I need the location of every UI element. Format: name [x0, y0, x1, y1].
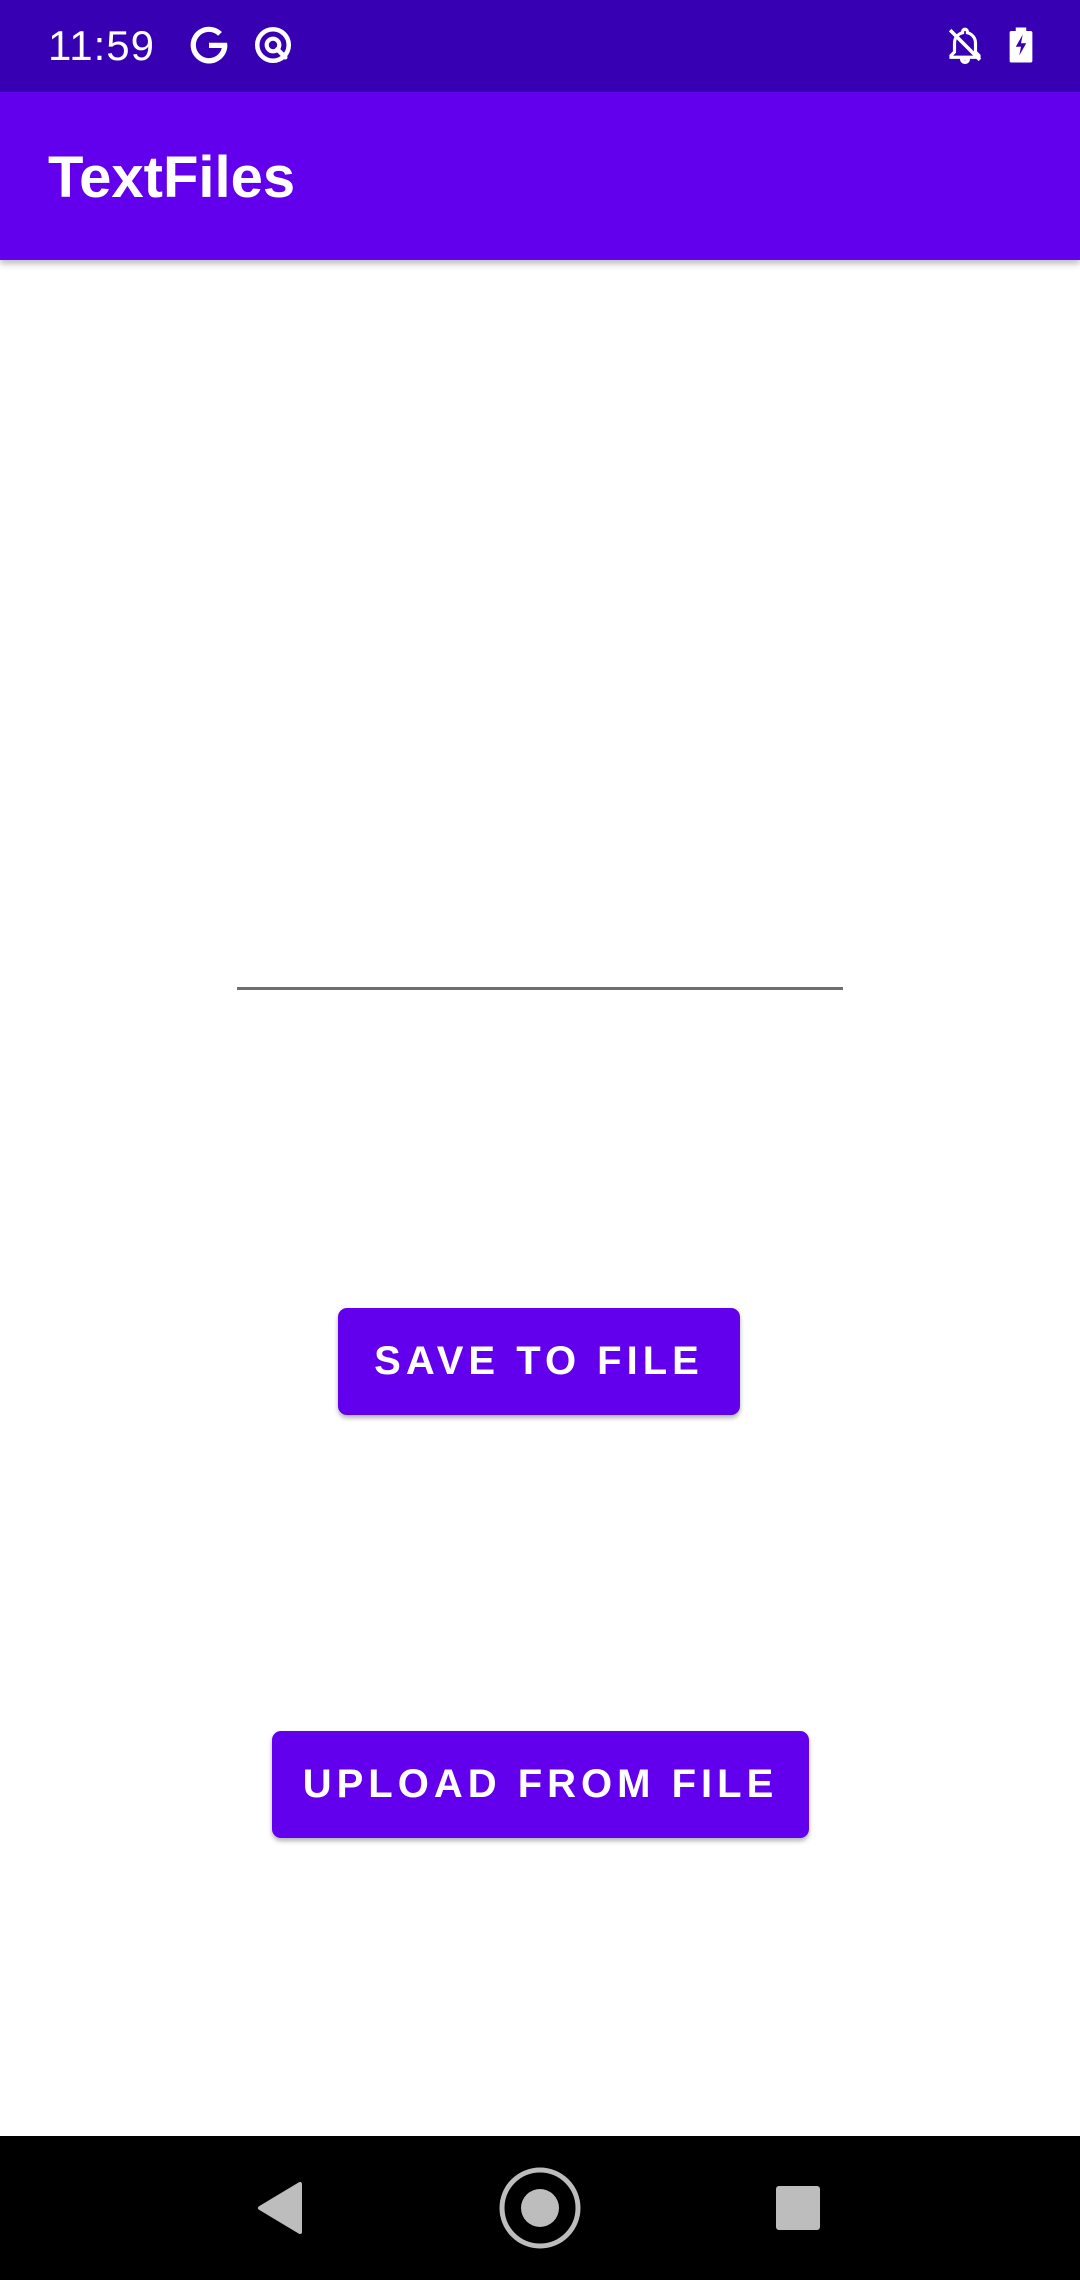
screen: 11:59 TextFiles SAVE TO FILE UPLOAD FROM…	[0, 0, 1080, 2280]
upload-from-file-button[interactable]: UPLOAD FROM FILE	[272, 1731, 809, 1838]
battery-charging-icon	[1000, 24, 1042, 66]
google-icon	[188, 24, 230, 66]
recents-icon[interactable]	[748, 2158, 848, 2258]
app-bar: TextFiles	[0, 92, 1080, 260]
back-icon[interactable]	[230, 2158, 330, 2258]
status-bar: 11:59	[0, 0, 1080, 92]
text-input[interactable]	[237, 930, 843, 990]
app-title: TextFiles	[48, 145, 296, 210]
save-to-file-button[interactable]: SAVE TO FILE	[338, 1308, 740, 1415]
data-saver-icon	[252, 24, 294, 66]
navigation-bar	[0, 2136, 1080, 2280]
status-time: 11:59	[48, 22, 155, 69]
notifications-off-icon	[944, 24, 986, 66]
home-icon[interactable]	[490, 2158, 590, 2258]
